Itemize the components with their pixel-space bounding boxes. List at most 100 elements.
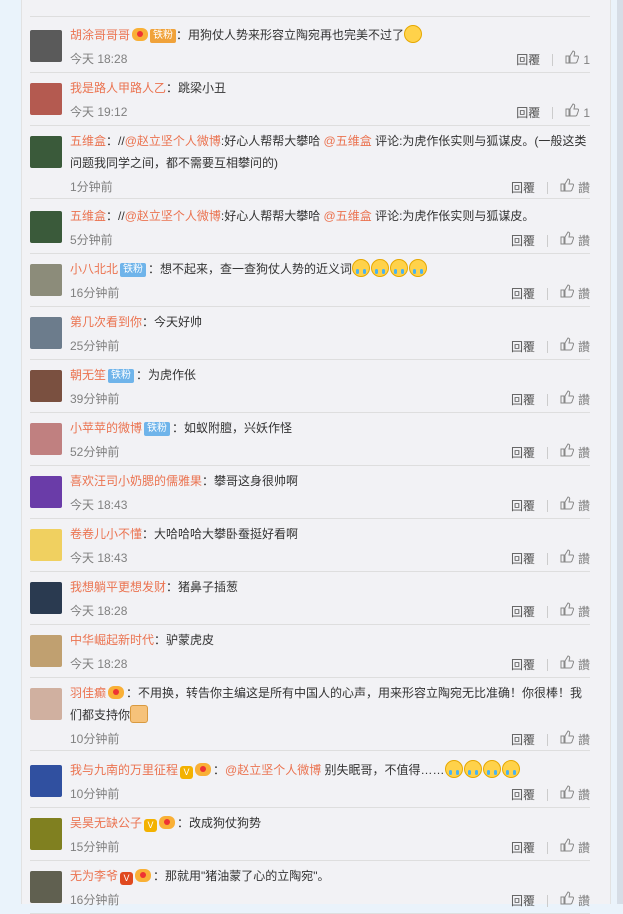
avatar[interactable] <box>30 688 62 720</box>
username-link[interactable]: 五维盒 <box>70 134 106 148</box>
timestamp: 今天 18:43 <box>70 498 128 512</box>
comment-meta: 今天 19:12 回覆 1 <box>70 103 590 121</box>
like-label: 讚 <box>577 392 590 407</box>
reply-button[interactable]: 回覆 <box>511 232 535 250</box>
like-button[interactable]: 讚 <box>560 549 590 568</box>
like-button[interactable]: 讚 <box>560 602 590 621</box>
comment-meta: 10分钟前 回覆 讚 <box>70 785 590 803</box>
username-link[interactable]: 羽佳癫 <box>70 686 106 700</box>
username-link[interactable]: 小八北北 <box>70 262 118 276</box>
mention-link[interactable]: @五维盒 <box>324 209 372 223</box>
like-button[interactable]: 讚 <box>560 838 590 857</box>
comment-actions: 回覆 1 <box>516 50 590 69</box>
avatar[interactable] <box>30 211 62 243</box>
comment-body: ：用狗仗人势来形容立陶宛再也完美不过了 <box>176 28 405 42</box>
reply-button[interactable]: 回覆 <box>511 603 535 621</box>
avatar[interactable] <box>30 529 62 561</box>
username-link[interactable]: 我是路人甲路人乙 <box>70 81 166 95</box>
like-button[interactable]: 讚 <box>560 178 590 197</box>
reply-button[interactable]: 回覆 <box>511 731 535 749</box>
like-button[interactable]: 讚 <box>560 443 590 462</box>
comment-item: 朝无笙 铁粉 ：为虎作伥 39分钟前 回覆 讚 <box>30 362 590 413</box>
like-button[interactable]: 1 <box>565 103 590 122</box>
username-link[interactable]: 中华崛起新时代 <box>70 633 154 647</box>
reply-button[interactable]: 回覆 <box>511 338 535 356</box>
like-button[interactable]: 讚 <box>560 231 590 250</box>
avatar[interactable] <box>30 83 62 115</box>
comment-meta: 10分钟前 回覆 讚 <box>70 730 590 748</box>
like-button[interactable]: 讚 <box>560 337 590 356</box>
scrollbar[interactable] <box>617 0 623 904</box>
avatar[interactable] <box>30 264 62 296</box>
like-button[interactable]: 讚 <box>560 390 590 409</box>
like-button[interactable]: 1 <box>565 50 590 69</box>
thumbs-up-icon <box>560 231 575 250</box>
username-link[interactable]: 朝无笙 <box>70 368 106 382</box>
username-link[interactable]: 我想躺平更想发财 <box>70 580 166 594</box>
fans-icon <box>108 686 125 699</box>
username-link[interactable]: 喜欢汪司小奶腮的儒雅果 <box>70 474 202 488</box>
avatar[interactable] <box>30 317 62 349</box>
reply-button[interactable]: 回覆 <box>511 179 535 197</box>
reply-button[interactable]: 回覆 <box>511 444 535 462</box>
avatar[interactable] <box>30 871 62 903</box>
comment-meta: 1分钟前 回覆 讚 <box>70 178 590 196</box>
thumbs-up-icon <box>560 655 575 674</box>
comment-meta: 今天 18:43 回覆 讚 <box>70 496 590 514</box>
username-link[interactable]: 小苹苹的微博 <box>70 421 142 435</box>
like-button[interactable]: 讚 <box>560 284 590 303</box>
comment-text: 中华崛起新时代：驴蒙虎皮 <box>70 629 590 651</box>
mention-link[interactable]: @五维盒 <box>324 134 372 148</box>
thumbs-up-icon <box>560 785 575 804</box>
username-link[interactable]: 吴昊无缺公子 <box>70 816 142 830</box>
mention-link[interactable]: @赵立坚个人微博 <box>125 134 221 148</box>
comment-item: 我想躺平更想发财：猪鼻子插葱 今天 18:28 回覆 讚 <box>30 574 590 625</box>
avatar[interactable] <box>30 818 62 850</box>
comment-item: 无为李爷 V ：那就用"猪油蒙了心的立陶宛"。 16分钟前 回覆 讚 <box>30 863 590 914</box>
like-button[interactable]: 讚 <box>560 785 590 804</box>
reply-button[interactable]: 回覆 <box>511 550 535 568</box>
thumbs-up-icon <box>560 390 575 409</box>
avatar[interactable] <box>30 635 62 667</box>
like-label: 讚 <box>577 286 590 301</box>
reply-button[interactable]: 回覆 <box>516 51 540 69</box>
avatar[interactable] <box>30 582 62 614</box>
like-label: 讚 <box>577 498 590 513</box>
username-link[interactable]: 卷卷儿小不懂 <box>70 527 142 541</box>
avatar[interactable] <box>30 765 62 797</box>
like-label: 讚 <box>577 893 590 908</box>
like-button[interactable]: 讚 <box>560 891 590 910</box>
like-label: 讚 <box>577 840 590 855</box>
comment-text: 五维盒：//@赵立坚个人微博:好心人帮帮大攀哈 @五维盒 评论:为虎作伥实则与狐… <box>70 130 590 174</box>
comment-actions: 回覆 讚 <box>511 496 590 515</box>
username-link[interactable]: 五维盒 <box>70 209 106 223</box>
username-link[interactable]: 无为李爷 <box>70 869 118 883</box>
reply-button[interactable]: 回覆 <box>511 391 535 409</box>
comment-item: 羽佳癫 ：不用换，转告你主编这是所有中国人的心声，用来形容立陶宛无比准确！你很棒！… <box>30 680 590 751</box>
reply-button[interactable]: 回覆 <box>516 104 540 122</box>
comment-item: 我是路人甲路人乙：跳梁小丑 今天 19:12 回覆 1 <box>30 75 590 126</box>
avatar[interactable] <box>30 423 62 455</box>
like-button[interactable]: 讚 <box>560 655 590 674</box>
reply-button[interactable]: 回覆 <box>511 497 535 515</box>
avatar[interactable] <box>30 30 62 62</box>
like-button[interactable]: 讚 <box>560 496 590 515</box>
reply-button[interactable]: 回覆 <box>511 892 535 910</box>
username-link[interactable]: 胡涂哥哥哥 <box>70 28 130 42</box>
mention-link[interactable]: @赵立坚个人微博 <box>225 763 321 777</box>
comment-meta: 今天 18:28 回覆 讚 <box>70 655 590 673</box>
thumbs-up-icon <box>560 178 575 197</box>
comment-text: 无为李爷 V ：那就用"猪油蒙了心的立陶宛"。 <box>70 865 590 887</box>
avatar[interactable] <box>30 370 62 402</box>
reply-button[interactable]: 回覆 <box>511 839 535 857</box>
username-link[interactable]: 第几次看到你 <box>70 315 142 329</box>
comment-actions: 回覆 讚 <box>511 390 590 409</box>
reply-button[interactable]: 回覆 <box>511 285 535 303</box>
avatar[interactable] <box>30 136 62 168</box>
mention-link[interactable]: @赵立坚个人微博 <box>125 209 221 223</box>
username-link[interactable]: 我与九南的万里征程 <box>70 763 178 777</box>
like-button[interactable]: 讚 <box>560 730 590 749</box>
avatar[interactable] <box>30 476 62 508</box>
reply-button[interactable]: 回覆 <box>511 786 535 804</box>
reply-button[interactable]: 回覆 <box>511 656 535 674</box>
